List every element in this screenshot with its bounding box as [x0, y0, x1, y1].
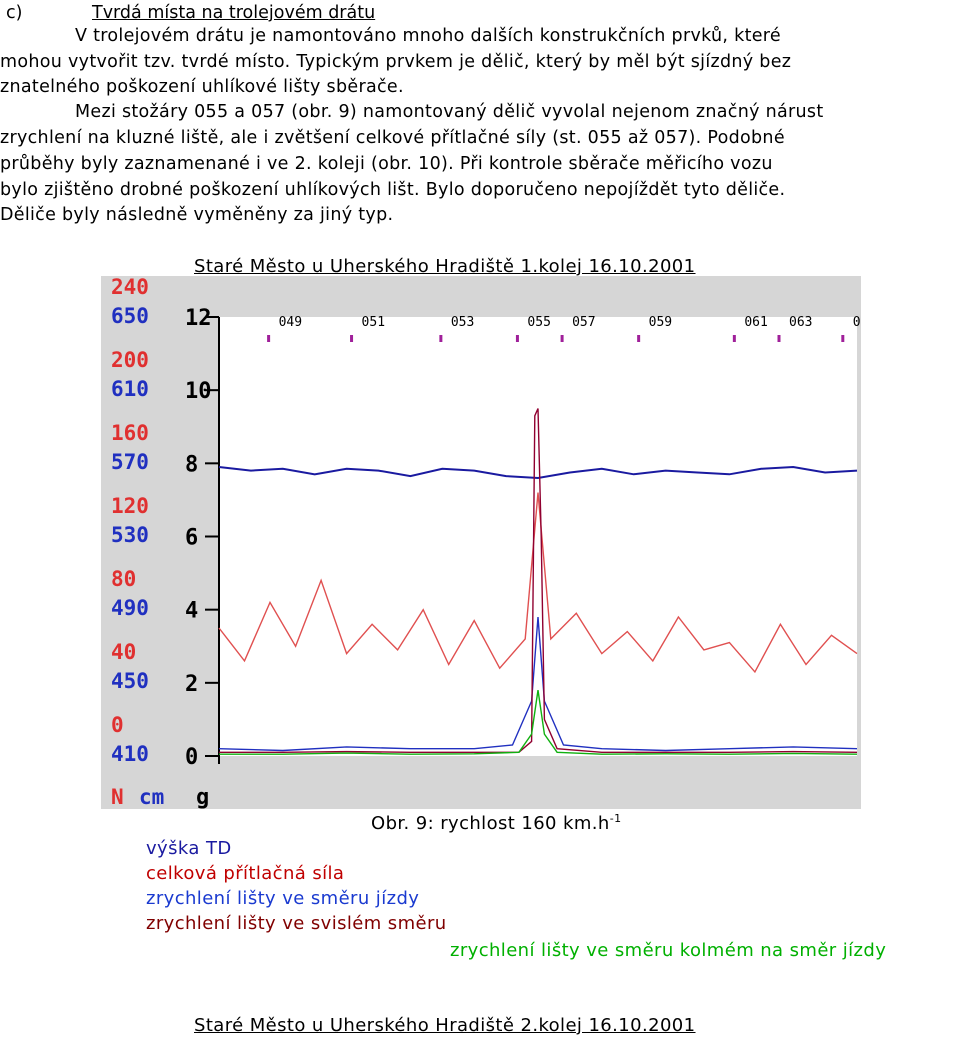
left-tick-label-N: 200 [111, 348, 149, 372]
paragraph-line: mohou vytvořit tzv. tvrdé místo. Typický… [0, 52, 792, 72]
paragraph-line: Mezi stožáry 055 a 057 (obr. 9) namontov… [75, 102, 824, 122]
left-tick-label-N: 40 [111, 640, 136, 664]
g-tick-label: 8 [185, 452, 198, 477]
figure-title-2: Staré Město u Uherského Hradiště 2.kolej… [194, 1015, 696, 1036]
paragraph-line: Děliče byly následně vyměněny za jiný ty… [0, 205, 394, 225]
left-tick-label-cm: 530 [111, 523, 149, 547]
left-tick-label-cm: 450 [111, 669, 149, 693]
paragraph-line: bylo zjištěno drobné poškození uhlíkovýc… [0, 180, 786, 200]
mast-label: 065 [853, 315, 861, 330]
legend-item-accel-dir: zrychlení lišty ve směru jízdy [146, 888, 420, 909]
g-tick-label: 2 [185, 672, 198, 697]
figure-title: Staré Město u Uherského Hradiště 1.kolej… [194, 256, 696, 277]
section-title: Tvrdá místa na trolejovém drátu [92, 3, 376, 23]
left-tick-label-cm: 610 [111, 377, 149, 401]
left-tick-label-cm: 570 [111, 450, 149, 474]
caption-text: Obr. 9: rychlost 160 km.h [371, 813, 610, 834]
caption-sup: -1 [609, 812, 622, 825]
mast-label: 063 [789, 315, 812, 330]
left-tick-label-N: 80 [111, 567, 136, 591]
mast-label: 055 [527, 315, 550, 330]
legend-item-height: výška TD [146, 838, 232, 859]
measurement-chart: 240 650 200 610 160 570 120 530 80 490 40 450 0 410 Nc… [101, 276, 861, 809]
g-unit: g [196, 785, 209, 809]
left-tick-label-N: 160 [111, 421, 149, 445]
mast-label: 057 [572, 315, 595, 330]
left-tick-label-cm: 650 [111, 304, 149, 328]
mast-label: 051 [362, 315, 385, 330]
mast-label: 059 [649, 315, 672, 330]
paragraph-line: V trolejovém drátu je namontováno mnoho … [75, 26, 781, 46]
g-tick-label: 4 [185, 599, 198, 624]
section-heading: c) Tvrdá místa na trolejovém drátu [6, 3, 375, 23]
g-tick-label: 10 [185, 379, 212, 404]
g-tick-label: 0 [185, 745, 198, 770]
legend-item-accel-lat: zrychlení lišty ve směru kolmém na směr … [450, 940, 887, 961]
g-tick-label: 12 [185, 306, 212, 331]
legend-item-force: celková přítlačná síla [146, 863, 345, 884]
paragraph-line: zrychlení na kluzné liště, ale i zvětšen… [0, 128, 785, 148]
chart-svg: 24065020061016057012053080490404500410N c… [111, 276, 861, 809]
figure-caption: Obr. 9: rychlost 160 km.h-1 [371, 812, 622, 834]
legend-item-accel-vert: zrychlení lišty ve svislém směru [146, 913, 447, 934]
left-tick-label-cm: 410 [111, 742, 149, 766]
left-tick-label-cm: 490 [111, 596, 149, 620]
g-tick-label: 6 [185, 526, 198, 551]
left-unit-N: N [111, 785, 124, 809]
paragraph-line: průběhy byly zaznamenané i ve 2. koleji … [0, 154, 773, 174]
section-number: c) [6, 3, 23, 23]
paragraph-line: znatelného poškození uhlíkové lišty sběr… [0, 77, 404, 97]
left-unit-cm: cm [139, 785, 164, 809]
left-tick-label-N: 120 [111, 494, 149, 518]
left-tick-label-N: 240 [111, 276, 149, 299]
mast-label: 049 [279, 315, 302, 330]
mast-label: 053 [451, 315, 474, 330]
mast-label: 061 [744, 315, 767, 330]
left-tick-label-N: 0 [111, 713, 124, 737]
